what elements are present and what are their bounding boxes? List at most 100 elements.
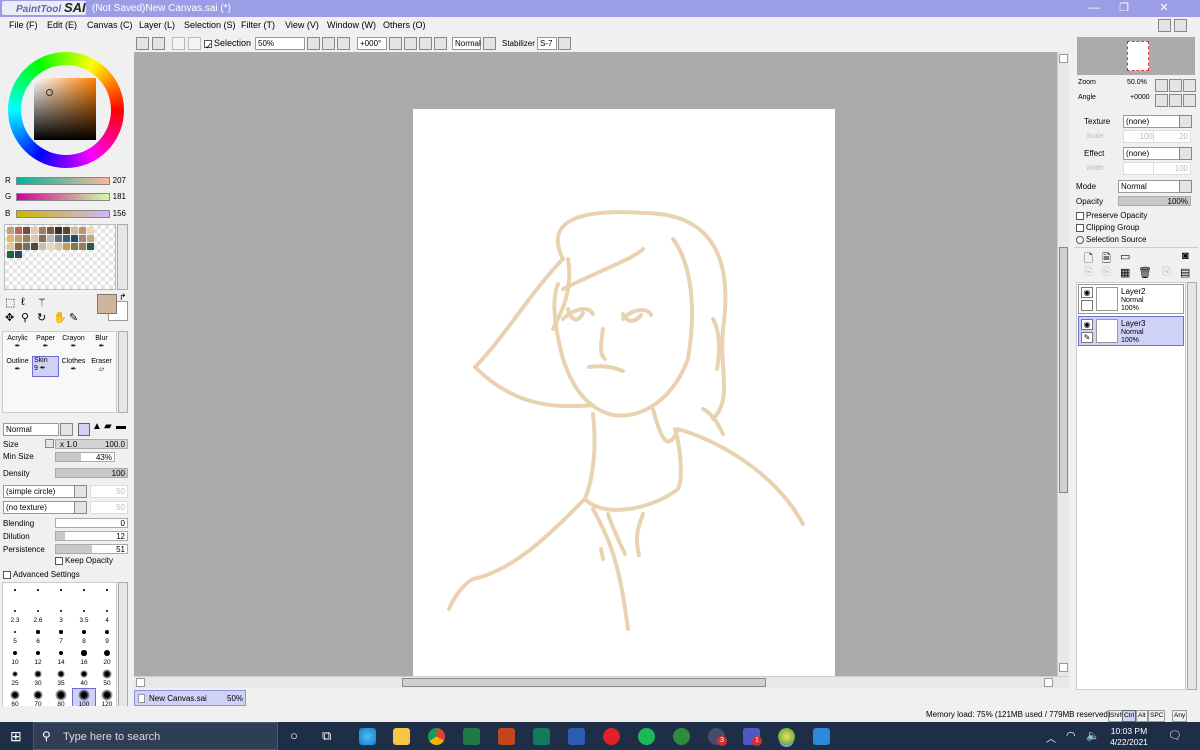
color-swatch[interactable] (39, 243, 46, 250)
clock-date[interactable]: 4/22/2021 (1103, 737, 1155, 747)
eye-icon[interactable]: ◉ (1081, 287, 1093, 298)
wifi-icon[interactable]: ◠ (1066, 729, 1076, 742)
color-swatch[interactable] (31, 243, 38, 250)
menu-others[interactable]: Others (O) (383, 19, 426, 32)
brush-size-cell[interactable]: 12 (27, 647, 49, 667)
teams-icon[interactable]: 1 (743, 728, 762, 746)
menu-filter[interactable]: Filter (T) (241, 19, 275, 32)
tool-eraser[interactable]: Eraser ▱ (88, 358, 115, 373)
color-swatch[interactable] (71, 235, 78, 242)
rotate-left-button[interactable] (389, 37, 402, 50)
nav-rotate-right-button[interactable] (1169, 94, 1182, 107)
blend-mode-field[interactable]: Normal (452, 37, 481, 50)
color-swatch[interactable] (87, 235, 94, 242)
keep-opacity-checkbox[interactable]: Keep Opacity (55, 556, 113, 566)
nav-rotate-reset-button[interactable] (1183, 94, 1196, 107)
color-swatch[interactable] (23, 243, 30, 250)
volume-icon[interactable]: 🔈 (1086, 729, 1100, 742)
tool-crayon[interactable]: Crayon ✒ (60, 335, 87, 350)
brush-tip-hard-icon[interactable] (78, 423, 90, 436)
layer-opacity-slider[interactable]: 100% (1118, 196, 1191, 206)
layer-list-scrollbar[interactable] (1187, 282, 1197, 690)
move-icon[interactable]: ✥ (5, 311, 14, 324)
color-swatch[interactable] (55, 243, 62, 250)
undo-button[interactable] (136, 37, 149, 50)
color-swatch[interactable] (15, 251, 22, 258)
brush-tip-soft-icon[interactable]: ▰ (104, 421, 112, 432)
color-swatch[interactable] (63, 227, 70, 234)
brush-size-cell[interactable]: 20 (96, 647, 118, 667)
layer-mode-field[interactable]: Normal (1118, 180, 1186, 193)
swatch-scrollbar[interactable] (117, 224, 128, 290)
painttool-sai-icon[interactable] (778, 728, 795, 745)
nav-zoom-in-button[interactable] (1169, 79, 1182, 92)
brush-size-cell[interactable]: 2.3 (4, 605, 26, 625)
canvas-vertical-scrollbar[interactable] (1057, 52, 1069, 688)
brush-size-cell[interactable]: 2.6 (27, 605, 49, 625)
redo-button[interactable] (152, 37, 165, 50)
saturation-value-square[interactable] (34, 78, 96, 140)
close-button[interactable]: ✕ (1150, 1, 1178, 16)
brush-size-grid[interactable]: 2.3 2.6 3 3.5 4 5 6 7 8 9 10 12 14 16 20 25 30 35 40 50 60 70… (2, 582, 118, 710)
effect-field[interactable]: (none) (1123, 147, 1185, 160)
angle-field[interactable]: +000° (357, 37, 387, 50)
brush-texture-dropdown[interactable] (74, 501, 87, 514)
tool-acrylic[interactable]: Acrylic ✒ (4, 335, 31, 350)
menu-layer[interactable]: Layer (L) (139, 19, 175, 32)
maximize-button[interactable]: ❐ (1110, 1, 1138, 16)
minimize-button[interactable]: — (1080, 1, 1108, 16)
cortana-icon[interactable]: ○ (290, 728, 298, 743)
photos-icon[interactable] (813, 728, 830, 745)
nav-zoom-out-button[interactable] (1155, 79, 1168, 92)
windows-start-icon[interactable]: ⊞ (10, 728, 22, 745)
color-swatch[interactable] (31, 227, 38, 234)
menu-edit[interactable]: Edit (E) (47, 19, 77, 32)
brush-mode-dropdown[interactable] (60, 423, 73, 436)
brush-size-cell[interactable]: 30 (27, 668, 49, 688)
color-swatch[interactable] (31, 235, 38, 242)
eye-icon[interactable]: ◉ (1081, 319, 1093, 330)
brush-size-cell[interactable]: 50 (96, 668, 118, 688)
brush-size-cell[interactable]: 16 (73, 647, 95, 667)
r-slider[interactable] (16, 177, 110, 185)
layer-row[interactable]: ◉ Layer2 Normal 100% (1078, 284, 1184, 314)
preserve-opacity-checkbox[interactable]: Preserve Opacity (1076, 211, 1147, 221)
restore-doc-button[interactable] (1158, 19, 1171, 32)
brush-shape-dropdown[interactable] (74, 485, 87, 498)
swap-colors-icon[interactable]: ↱ (119, 292, 127, 303)
stabilizer-field[interactable]: S-7 (537, 37, 557, 50)
texture-dropdown[interactable] (1179, 115, 1192, 128)
tool-blur[interactable]: Blur ✒ (88, 335, 115, 350)
deselect-button[interactable] (172, 37, 185, 50)
dilution-slider[interactable]: 12 (55, 531, 128, 541)
word-icon[interactable] (568, 728, 585, 745)
brush-size-cell[interactable]: 35 (50, 668, 72, 688)
persistence-slider[interactable]: 51 (55, 544, 128, 554)
brush-size-cell[interactable] (4, 584, 26, 604)
notification-center-icon[interactable]: 🗨 (1168, 729, 1182, 742)
color-swatch[interactable] (71, 243, 78, 250)
scroll-right-button[interactable] (1044, 678, 1053, 687)
color-swatch[interactable] (15, 235, 22, 242)
tool-scrollbar[interactable] (118, 331, 128, 413)
brush-mode-field[interactable]: Normal (3, 423, 59, 436)
zoom-out-button[interactable] (307, 37, 320, 50)
rotate-right-button[interactable] (404, 37, 417, 50)
eyedropper-icon[interactable]: ✎ (69, 311, 78, 324)
canvas-horizontal-scrollbar[interactable] (134, 676, 1068, 688)
layer-mode-dropdown[interactable] (1179, 180, 1192, 193)
brush-size-cell[interactable]: 6 (27, 626, 49, 646)
color-swatch[interactable] (15, 227, 22, 234)
nav-zoom-reset-button[interactable] (1183, 79, 1196, 92)
zoom-in-button[interactable] (322, 37, 335, 50)
brush-size-cell[interactable]: 3 (50, 605, 72, 625)
task-view-icon[interactable]: ⧉ (322, 728, 331, 744)
selection-source-checkbox[interactable]: Selection Source (1076, 235, 1146, 245)
primary-color[interactable] (97, 294, 117, 314)
color-swatch[interactable] (87, 243, 94, 250)
opera-icon[interactable] (603, 728, 620, 745)
size-lock-icon[interactable] (45, 439, 54, 448)
brush-shape-field[interactable]: (simple circle) (3, 485, 83, 498)
color-swatch[interactable] (23, 227, 30, 234)
brush-size-cell[interactable]: 5 (4, 626, 26, 646)
